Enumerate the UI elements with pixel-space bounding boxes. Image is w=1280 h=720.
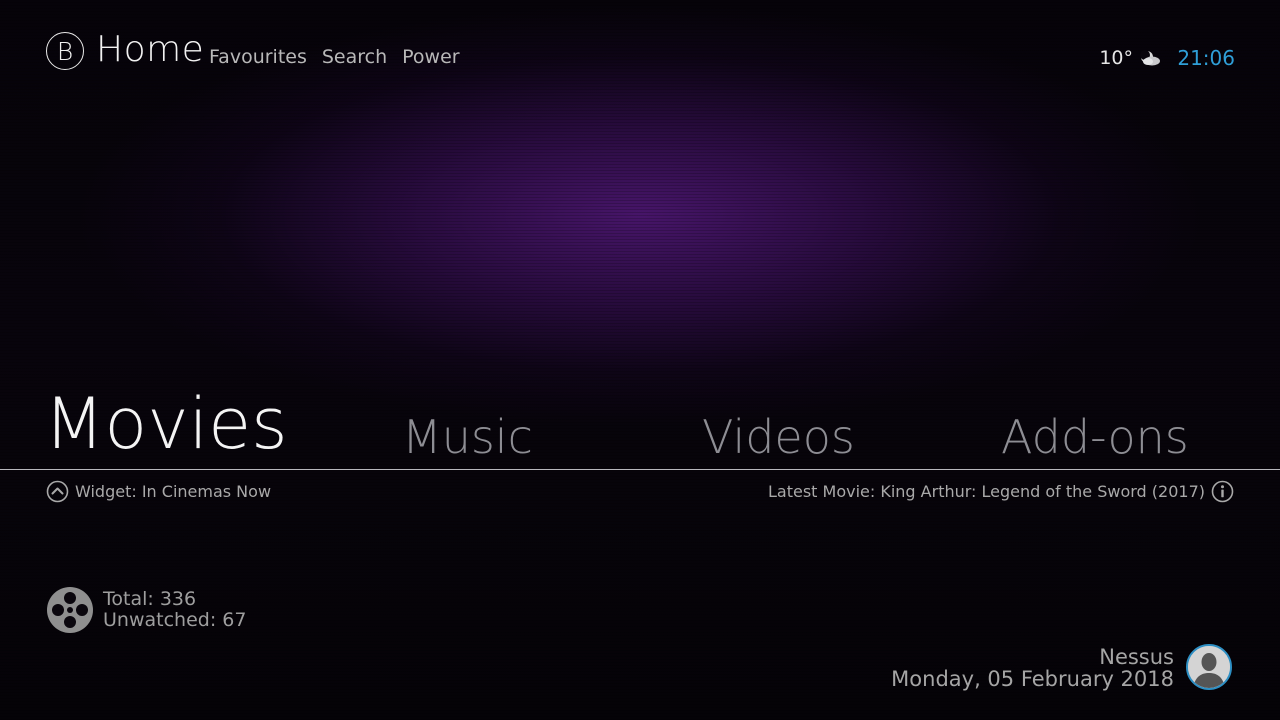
menu-item-music[interactable]: Music xyxy=(402,410,533,464)
current-date: Monday, 05 February 2018 xyxy=(891,667,1174,691)
menu-item-videos[interactable]: Videos xyxy=(702,410,855,464)
home-screen: B Home Favourites Search Power 10° 21:06… xyxy=(0,0,1280,720)
film-reel-icon xyxy=(47,587,93,633)
weather-temperature: 10° xyxy=(1099,47,1133,69)
widget-toggle[interactable]: Widget: In Cinemas Now xyxy=(46,480,271,503)
avatar[interactable] xyxy=(1186,644,1232,690)
latest-movie-label: Latest Movie: King Arthur: Legend of the… xyxy=(767,482,1205,501)
latest-movie: Latest Movie: King Arthur: Legend of the… xyxy=(768,480,1234,503)
user-name: Nessus xyxy=(1099,645,1174,669)
skin-logo: B xyxy=(46,32,84,70)
stats-unwatched: Unwatched: 67 xyxy=(103,609,247,631)
user-silhouette-icon xyxy=(1188,646,1230,688)
nav-power[interactable]: Power xyxy=(402,46,459,68)
chevron-up-icon xyxy=(46,480,69,503)
partly-cloudy-night-icon xyxy=(1140,50,1160,66)
page-title[interactable]: Home xyxy=(96,29,204,70)
widget-label: Widget: In Cinemas Now xyxy=(75,482,272,501)
logo-letter: B xyxy=(56,36,74,66)
info-icon[interactable] xyxy=(1211,480,1234,503)
nav-favourites[interactable]: Favourites xyxy=(209,46,307,68)
menu-item-addons[interactable]: Add-ons xyxy=(1001,410,1189,464)
clock: 21:06 xyxy=(1177,46,1235,70)
menu-divider xyxy=(0,469,1280,470)
menu-item-movies[interactable]: Movies xyxy=(44,383,288,465)
weather-widget: 10° xyxy=(1099,47,1163,69)
top-nav: Favourites Search Power xyxy=(209,46,460,68)
stats-total: Total: 336 xyxy=(103,588,197,610)
nav-search[interactable]: Search xyxy=(322,46,387,68)
library-stats: Total: 336 Unwatched: 67 xyxy=(103,589,246,631)
user-info: Nessus Monday, 05 February 2018 xyxy=(891,646,1174,690)
